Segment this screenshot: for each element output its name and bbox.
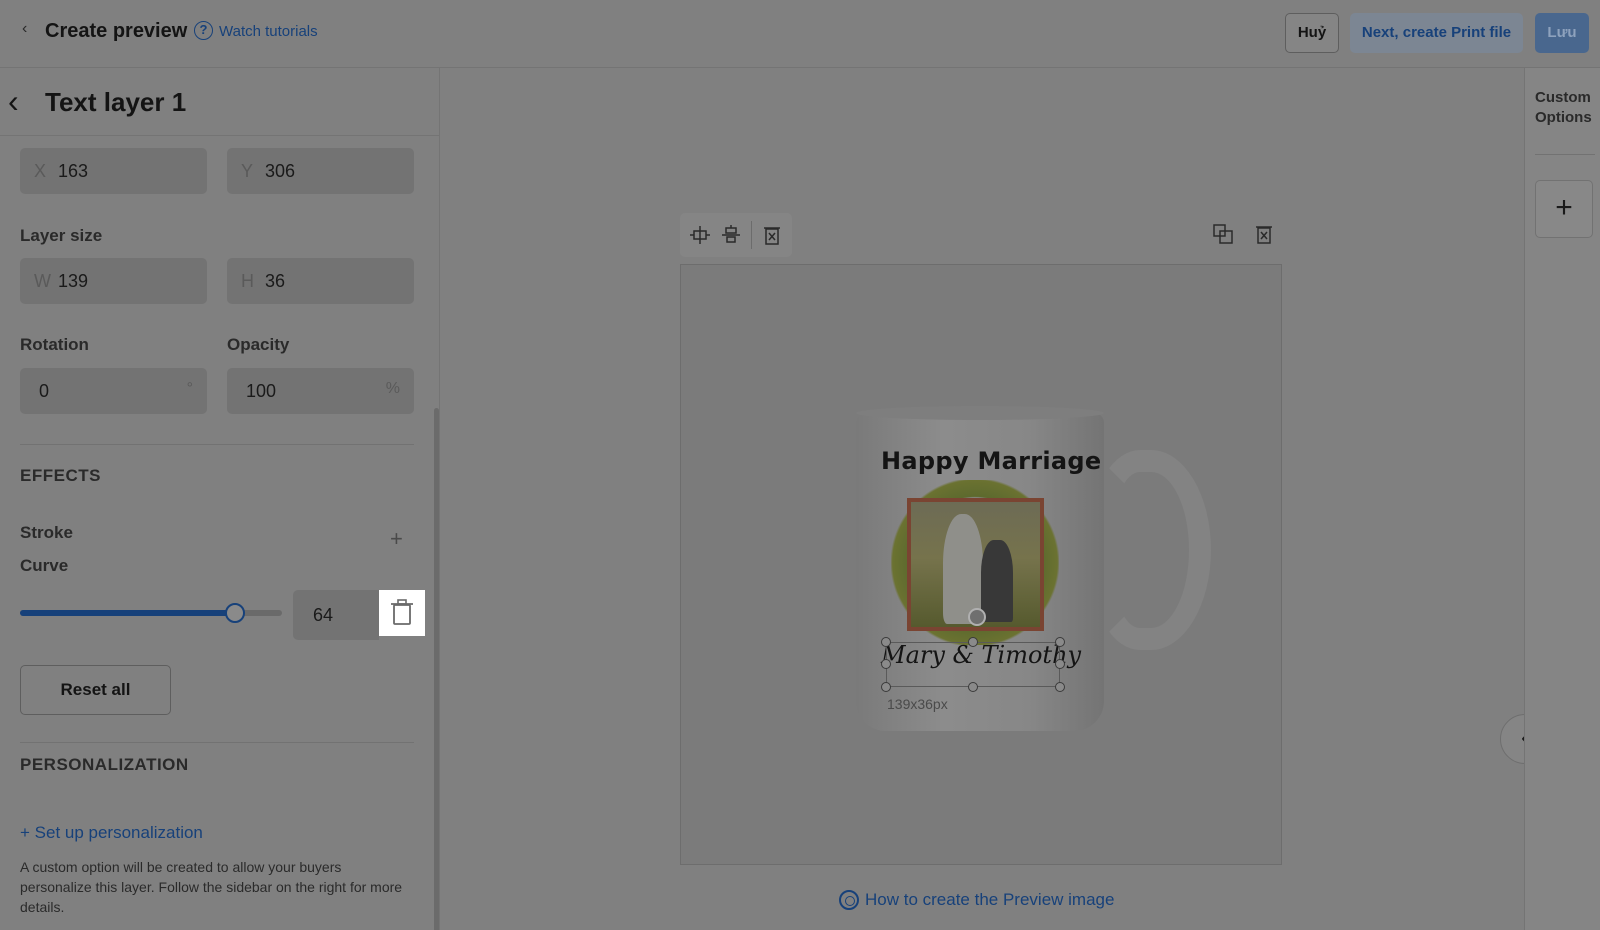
curve-slider[interactable] — [20, 603, 282, 623]
rotation-field[interactable]: 0 ° — [20, 368, 207, 414]
add-stroke-icon[interactable]: + — [390, 526, 403, 552]
toolbar-separator — [751, 221, 752, 249]
custom-options-sidebar: Custom Options + — [1524, 68, 1600, 930]
add-custom-option-button[interactable]: + — [1535, 180, 1593, 238]
layer-size-label: Layer size — [20, 226, 103, 245]
sidebar-scrollbar[interactable] — [434, 408, 439, 930]
how-to-create-preview-link[interactable]: How to create the Preview image — [865, 890, 1114, 910]
rotation-value: 0 — [39, 381, 50, 401]
delete-image-icon[interactable] — [1252, 222, 1276, 246]
percent-unit: % — [385, 380, 400, 397]
resize-handle[interactable] — [881, 682, 891, 692]
resize-handle[interactable] — [1055, 637, 1065, 647]
curve-slider-fill — [20, 610, 235, 616]
mug-title-text[interactable]: Happy Marriage — [881, 447, 1101, 475]
divider — [1535, 154, 1595, 155]
help-circle-icon[interactable]: ? — [194, 21, 213, 40]
resize-handle[interactable] — [968, 682, 978, 692]
w-value: 139 — [58, 271, 89, 291]
page-title: Create preview — [45, 20, 188, 42]
divider — [20, 444, 414, 445]
custom-options-title: Custom Options — [1535, 89, 1592, 126]
preview-canvas[interactable]: Happy Marriage Mary & Timothy 139x36px — [680, 264, 1282, 865]
h-prefix: H — [241, 271, 254, 291]
align-vertical-center-icon[interactable] — [688, 223, 712, 247]
top-bar: ‹ Create preview ? Watch tutorials Huỷ N… — [0, 0, 1600, 68]
back-icon[interactable]: ‹ — [22, 20, 27, 38]
w-prefix: W — [34, 271, 51, 291]
delete-layer-icon[interactable] — [760, 223, 784, 247]
resize-handle[interactable] — [1055, 682, 1065, 692]
layer-panel-header: ‹ Text layer 1 — [0, 68, 439, 136]
rotation-label: Rotation — [20, 335, 89, 354]
mug-handle — [1091, 450, 1211, 650]
mug-rim — [856, 406, 1104, 420]
resize-handle[interactable] — [881, 659, 891, 669]
resize-handle[interactable] — [881, 637, 891, 647]
layer-settings-panel: ‹ Text layer 1 X 163 Y 306 Layer size W … — [0, 68, 440, 930]
x-value: 163 — [58, 161, 89, 181]
y-value: 306 — [265, 161, 296, 181]
layer-width-field[interactable]: W 139 — [20, 258, 207, 304]
replace-image-icon[interactable] — [1211, 222, 1235, 246]
curve-value: 64 — [313, 605, 334, 625]
cancel-button[interactable]: Huỷ — [1285, 13, 1339, 53]
y-prefix: Y — [241, 161, 254, 181]
curve-label: Curve — [20, 556, 69, 575]
groom-figure — [981, 540, 1013, 622]
divider — [20, 742, 414, 743]
lifebuoy-icon[interactable] — [839, 890, 859, 910]
reset-all-button[interactable]: Reset all — [20, 665, 171, 715]
remove-curve-button[interactable] — [379, 590, 425, 636]
personalization-help-text: A custom option will be created to allow… — [20, 859, 403, 915]
save-button[interactable]: Lưu — [1535, 13, 1589, 53]
align-horizontal-center-icon[interactable] — [719, 223, 743, 247]
back-arrow-icon[interactable]: ‹ — [8, 84, 19, 118]
personalization-heading: PERSONALIZATION — [20, 755, 189, 774]
x-prefix: X — [34, 161, 47, 181]
opacity-label: Opacity — [227, 335, 290, 354]
effects-heading: EFFECTS — [20, 466, 101, 485]
stroke-label: Stroke — [20, 523, 73, 542]
resize-handle[interactable] — [968, 637, 978, 647]
layer-toolbar — [680, 213, 792, 257]
resize-handle[interactable] — [1055, 659, 1065, 669]
position-x-field[interactable]: X 163 — [20, 148, 207, 194]
trash-icon — [391, 599, 413, 625]
h-value: 36 — [265, 271, 286, 291]
rotate-handle-icon[interactable] — [968, 608, 986, 626]
opacity-field[interactable]: 100 % — [227, 368, 414, 414]
opacity-value: 100 — [246, 381, 277, 401]
curve-slider-thumb[interactable] — [225, 603, 245, 623]
selection-size-label: 139x36px — [887, 696, 948, 712]
curve-value-input[interactable]: 64 — [293, 590, 379, 640]
text-selection-box[interactable] — [886, 642, 1060, 687]
next-create-print-file-button[interactable]: Next, create Print file — [1350, 13, 1523, 53]
watch-tutorials-link[interactable]: Watch tutorials — [219, 23, 318, 40]
degree-unit: ° — [186, 380, 193, 397]
position-y-field[interactable]: Y 306 — [227, 148, 414, 194]
set-up-personalization-link[interactable]: + Set up personalization — [20, 823, 203, 843]
layer-title: Text layer 1 — [45, 87, 187, 117]
layer-height-field[interactable]: H 36 — [227, 258, 414, 304]
